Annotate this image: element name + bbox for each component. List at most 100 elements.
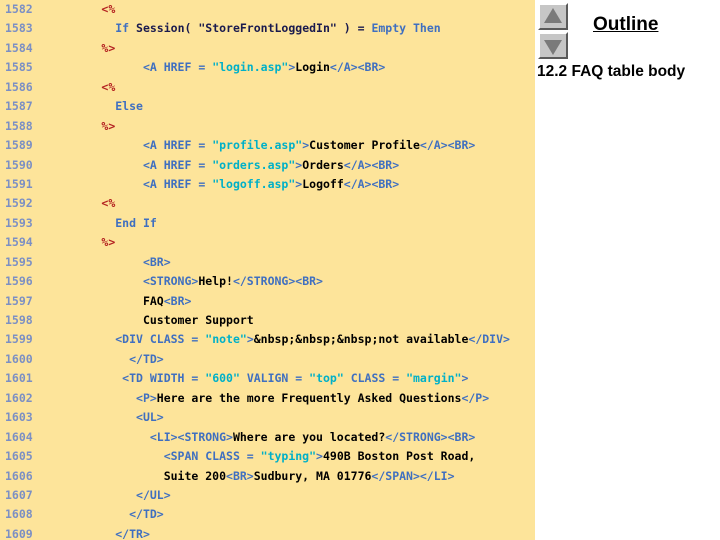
code-line[interactable]: 1605 <SPAN CLASS = "typing">490B Boston … [0, 447, 535, 466]
line-number: 1583 [5, 21, 33, 36]
code-line-text: <A HREF = "login.asp">Login</A><BR> [46, 60, 385, 74]
code-token: <DIV CLASS = [115, 332, 206, 347]
code-line[interactable]: 1591 <A HREF = "logoff.asp">Logoff</A><B… [0, 175, 535, 194]
code-line[interactable]: 1595 <BR> [0, 253, 535, 272]
code-token: Here are the more Frequently Asked Quest… [156, 390, 462, 405]
code-line[interactable]: 1584 %> [0, 39, 535, 58]
code-line[interactable]: 1599 <DIV CLASS = "note">&nbsp;&nbsp;&nb… [0, 330, 535, 349]
code-line-text: <STRONG>Help!</STRONG><BR> [46, 274, 323, 288]
code-line[interactable]: 1582 <% [0, 0, 535, 19]
code-token: <LI><STRONG> [149, 429, 233, 444]
code-line[interactable]: 1586 <% [0, 78, 535, 97]
code-line[interactable]: 1590 <A HREF = "orders.asp">Orders</A><B… [0, 156, 535, 175]
line-number: 1603 [5, 410, 33, 425]
triangle-down-icon [544, 39, 562, 55]
line-number: 1597 [5, 293, 33, 308]
code-token: Session( "StoreFrontLoggedIn" ) = [129, 21, 372, 36]
code-line-text: <TD WIDTH = "600" VALIGN = "top" CLASS =… [46, 371, 468, 385]
code-line[interactable]: 1604 <LI><STRONG>Where are you located?<… [0, 428, 535, 447]
line-number: 1599 [5, 332, 33, 347]
code-line[interactable]: 1603 <UL> [0, 408, 535, 427]
line-number: 1606 [5, 468, 33, 483]
code-token: </TD> [129, 351, 164, 366]
code-token: > [461, 371, 469, 386]
line-number: 1608 [5, 507, 33, 522]
code-token: FAQ [142, 293, 164, 308]
scroll-down-button[interactable] [538, 32, 568, 59]
code-token: <% [101, 196, 116, 211]
code-line[interactable]: 1587 Else [0, 97, 535, 116]
code-line[interactable]: 1601 <TD WIDTH = "600" VALIGN = "top" CL… [0, 369, 535, 388]
code-token: </A><BR> [329, 60, 386, 75]
line-number: 1596 [5, 274, 33, 289]
code-line[interactable]: 1606 Suite 200<BR>Sudbury, MA 01776</SPA… [0, 467, 535, 486]
line-number: 1598 [5, 313, 33, 327]
code-line[interactable]: 1589 <A HREF = "profile.asp">Customer Pr… [0, 136, 535, 155]
code-line-text: FAQ<BR> [46, 294, 191, 308]
code-line[interactable]: 1608 </TD> [0, 505, 535, 524]
code-line[interactable]: 1593 End If [0, 214, 535, 233]
code-line[interactable]: 1588 %> [0, 117, 535, 136]
line-number: 1594 [5, 235, 33, 250]
line-number: 1585 [5, 60, 33, 75]
code-line[interactable]: 1602 <P>Here are the more Frequently Ask… [0, 389, 535, 408]
code-token: <A HREF = [142, 60, 213, 75]
code-token: <UL> [136, 410, 164, 425]
outline-entry-faq-table-body: 12.2 FAQ table body [537, 63, 686, 80]
code-token: </TD> [129, 507, 164, 522]
code-token: "note" [205, 332, 247, 347]
code-token: CLASS = [343, 371, 407, 386]
code-token: "login.asp" [212, 60, 289, 75]
code-token: > [316, 449, 323, 464]
code-token: </A><BR> [343, 176, 400, 191]
code-token: Login [295, 60, 330, 75]
code-token: Logoff [302, 176, 344, 191]
code-line[interactable]: 1597 FAQ<BR> [0, 292, 535, 311]
code-token: <TD WIDTH = [122, 371, 206, 386]
code-line[interactable]: 1609 </TR> [0, 525, 535, 540]
code-token: <BR> [142, 254, 171, 269]
code-token: </TR> [115, 526, 150, 540]
code-line-text: <BR> [46, 255, 171, 269]
code-token: </UL> [136, 487, 171, 502]
code-token: <BR> [163, 293, 192, 308]
code-line-text: </TR> [46, 527, 150, 540]
code-token: "orders.asp" [212, 157, 296, 172]
code-line[interactable]: 1600 </TD> [0, 350, 535, 369]
code-line[interactable]: 1585 <A HREF = "login.asp">Login</A><BR> [0, 58, 535, 77]
code-line[interactable]: 1592 <% [0, 194, 535, 213]
scroll-up-button[interactable] [538, 3, 568, 30]
code-line-text: Customer Support [46, 313, 254, 327]
code-token: <P> [136, 390, 157, 405]
code-line-text: Else [46, 99, 143, 113]
code-token: "margin" [406, 371, 462, 386]
code-line-text: End If [46, 216, 157, 230]
code-line[interactable]: 1583 If Session( "StoreFrontLoggedIn" ) … [0, 19, 535, 38]
code-token: </SPAN></LI> [371, 468, 455, 483]
line-number: 1588 [5, 118, 33, 133]
code-listing-panel[interactable]: 1582 <% 1583 If Session( "StoreFrontLogge… [0, 0, 535, 540]
code-line[interactable]: 1598 Customer Support [0, 311, 535, 330]
code-line[interactable]: 1596 <STRONG>Help!</STRONG><BR> [0, 272, 535, 291]
code-line[interactable]: 1594 %> [0, 233, 535, 252]
code-token: %> [101, 235, 116, 250]
code-token: VALIGN = [239, 371, 310, 386]
line-number: 1601 [5, 371, 33, 386]
code-token: "top" [309, 371, 344, 386]
code-line[interactable]: 1607 </UL> [0, 486, 535, 505]
line-number: 1595 [5, 254, 33, 269]
